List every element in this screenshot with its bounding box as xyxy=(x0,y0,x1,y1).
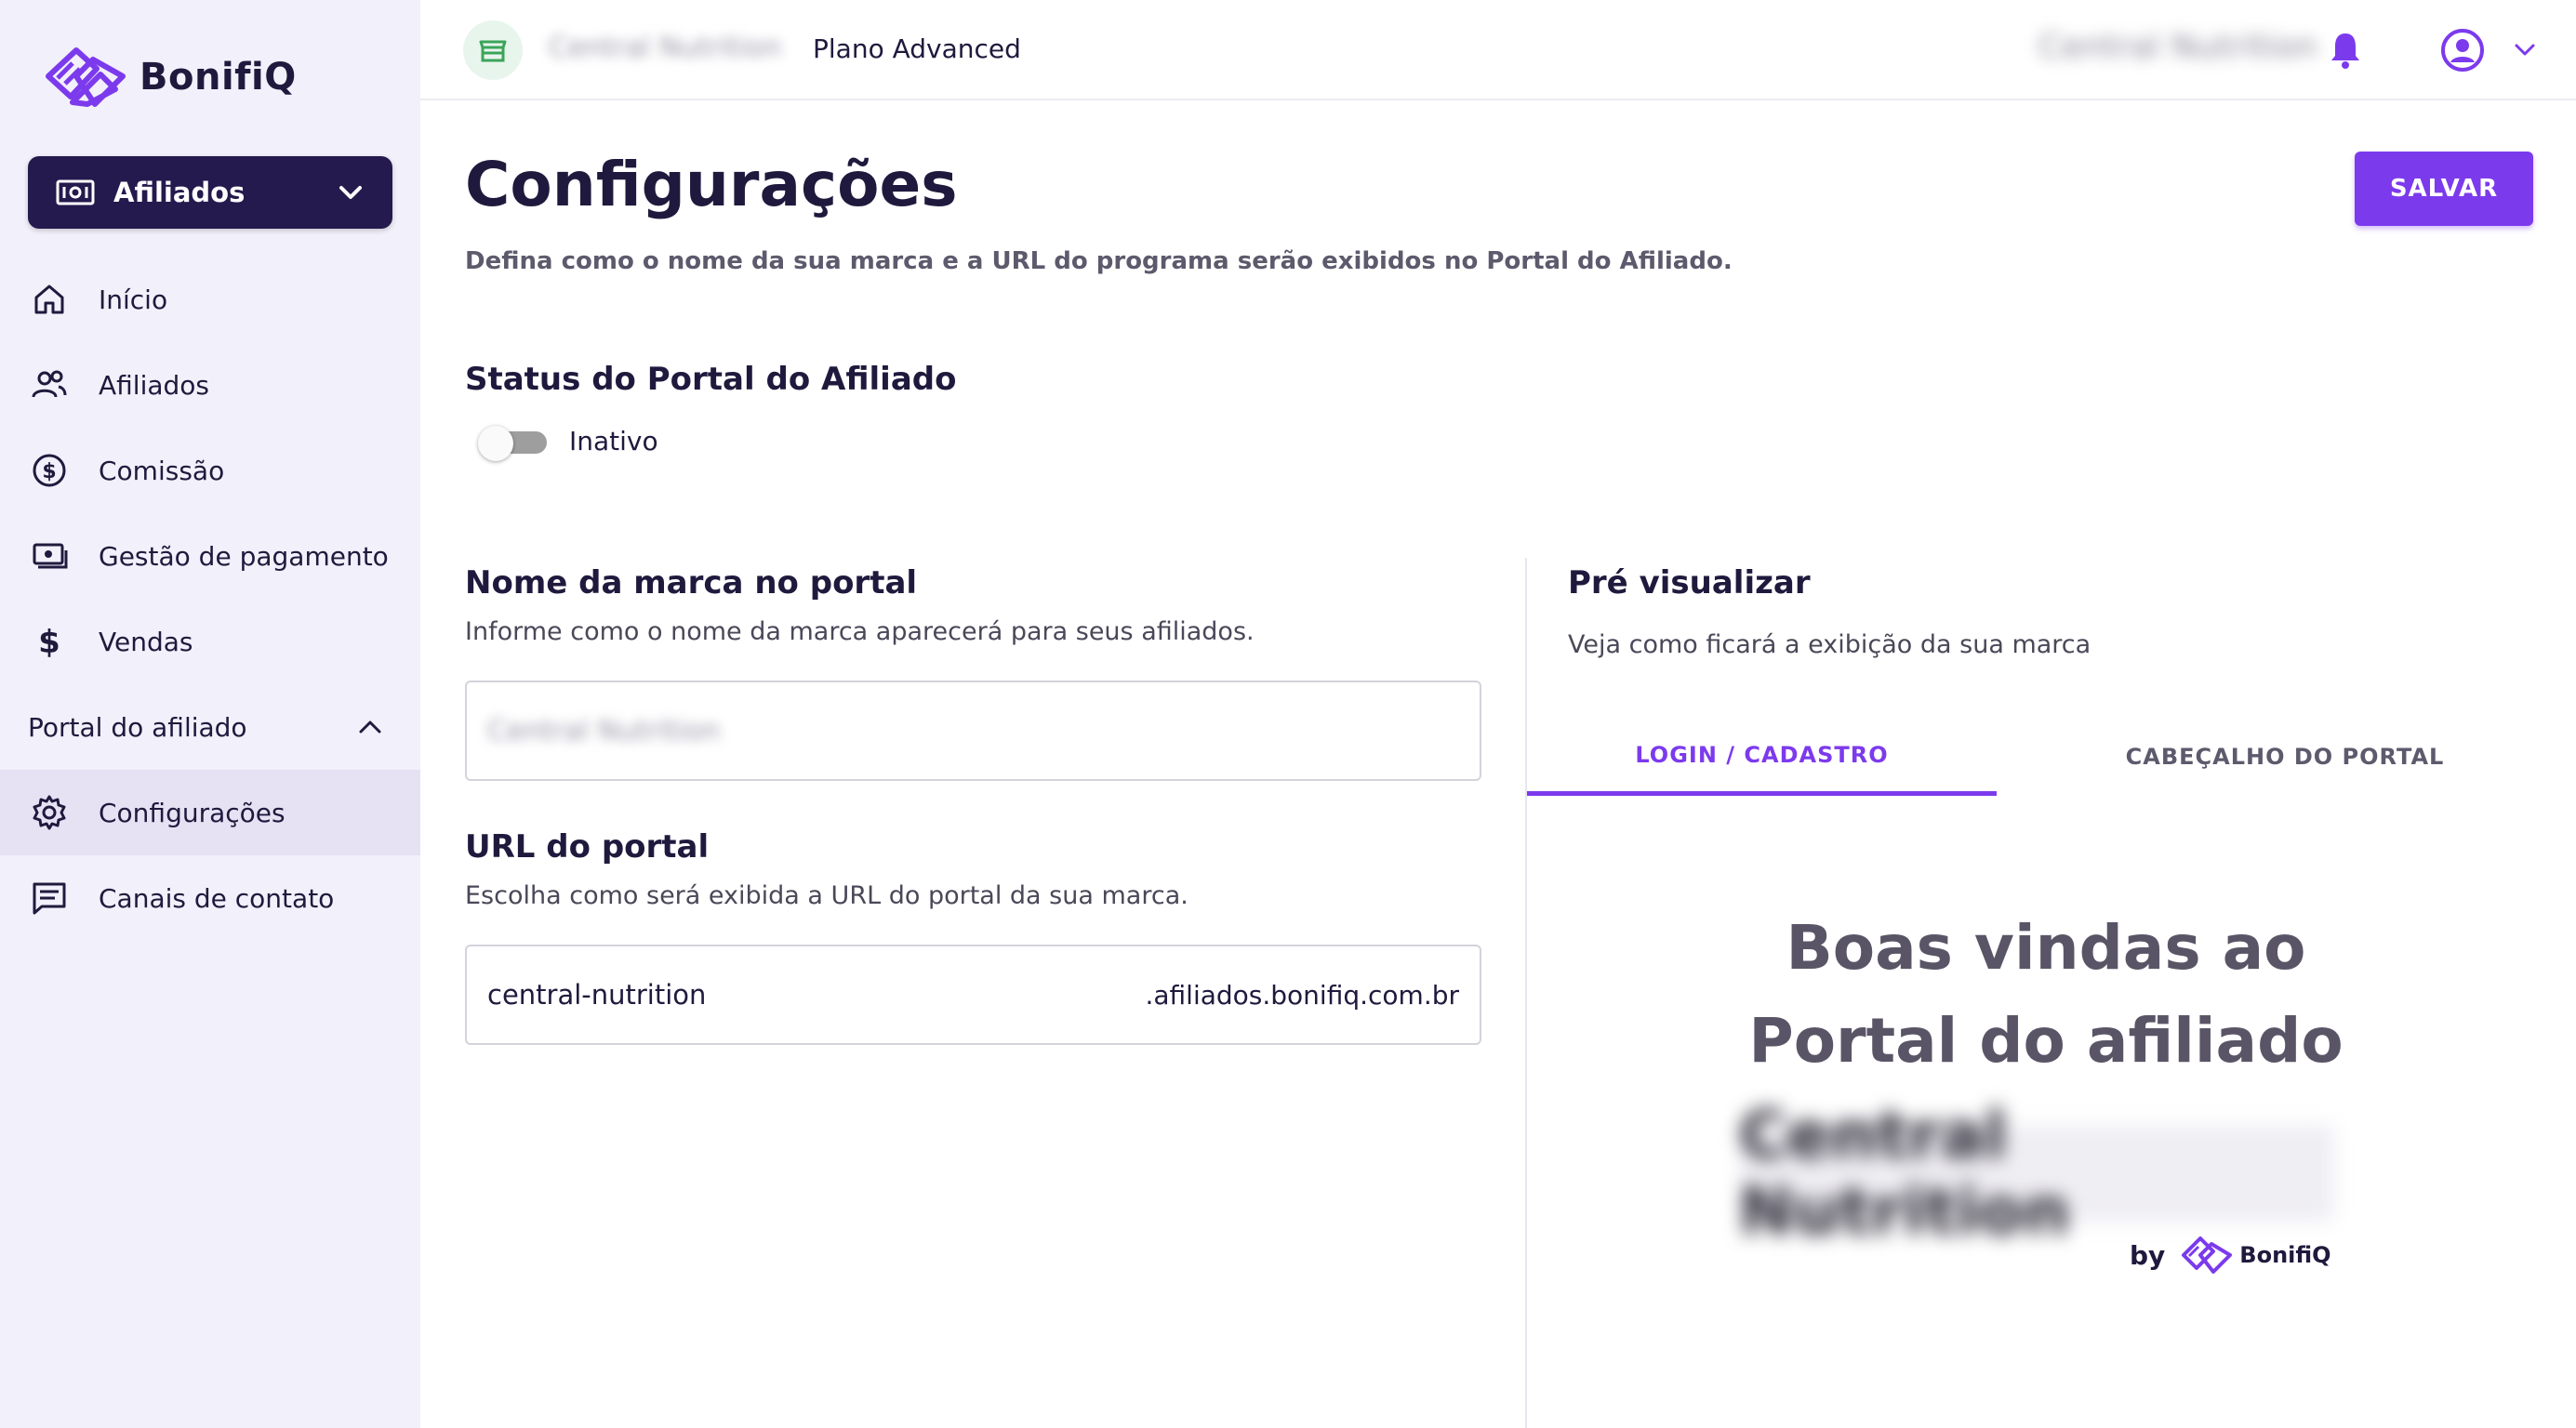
home-icon xyxy=(30,280,69,319)
sidebar-item-inicio[interactable]: Início xyxy=(0,257,420,342)
page-subtitle: Defina como o nome da sua marca e a URL … xyxy=(465,247,1733,275)
by-label: by xyxy=(2130,1239,2166,1271)
sidebar-item-label: Canais de contato xyxy=(99,882,335,914)
brand-name-input[interactable]: Central Nutrition xyxy=(465,681,1481,781)
powered-by: by BonifiQ xyxy=(2130,1233,2331,1277)
users-icon xyxy=(30,365,69,404)
vertical-divider xyxy=(1525,558,1527,1428)
chevron-down-icon[interactable] xyxy=(2513,41,2537,58)
by-brand-name: BonifiQ xyxy=(2239,1242,2331,1268)
toggle-label: Inativo xyxy=(569,426,658,456)
welcome-line-2: Portal do afiliado xyxy=(1748,1005,2344,1077)
save-button[interactable]: SALVAR xyxy=(2355,152,2533,226)
svg-text:$: $ xyxy=(42,460,56,483)
sidebar: BonifiQ Afiliados Início Afiliados $ Com… xyxy=(0,0,420,1428)
sidebar-item-label: Vendas xyxy=(99,626,193,657)
preview-title: Pré visualizar xyxy=(1568,564,1811,602)
portal-url-input[interactable]: central-nutrition .afiliados.bonifiq.com… xyxy=(465,945,1481,1045)
bonifiq-logo-icon xyxy=(46,47,126,107)
page-title: Configurações xyxy=(465,149,958,220)
user-avatar-icon[interactable] xyxy=(2440,28,2485,73)
payment-icon xyxy=(30,536,69,575)
url-section-desc: Escolha como será exibida a URL do porta… xyxy=(465,881,1188,910)
portal-url-value: central-nutrition xyxy=(487,979,707,1011)
portal-url-suffix: .afiliados.bonifiq.com.br xyxy=(1145,979,1459,1011)
chevron-down-icon xyxy=(339,186,362,199)
dollar-icon: $ xyxy=(30,622,69,661)
sidebar-item-afiliados[interactable]: Afiliados xyxy=(0,342,420,428)
program-select-label: Afiliados xyxy=(113,177,246,208)
sidebar-item-label: Configurações xyxy=(99,797,285,828)
store-name: Central Nutrition xyxy=(549,32,782,64)
ticket-icon xyxy=(56,179,95,205)
top-bar: Central Nutrition Plano Advanced Central… xyxy=(420,0,2576,100)
store-icon xyxy=(463,20,523,80)
user-name: Central Nutrition xyxy=(2038,28,2318,66)
sidebar-item-comissao[interactable]: $ Comissão xyxy=(0,428,420,513)
url-section-title: URL do portal xyxy=(465,828,710,866)
tab-login-cadastro[interactable]: LOGIN / CADASTRO xyxy=(1527,718,1997,796)
sidebar-item-label: Início xyxy=(99,284,168,315)
message-icon xyxy=(30,879,69,918)
plan-label: Plano Advanced xyxy=(813,33,1021,64)
brand-name-section-desc: Informe como o nome da marca aparecerá p… xyxy=(465,617,1255,646)
bonifiq-logo-icon xyxy=(2182,1236,2233,1274)
sidebar-item-label: Gestão de pagamento xyxy=(99,540,389,572)
sidebar-item-label: Afiliados xyxy=(99,369,209,401)
brand-name-input-value: Central Nutrition xyxy=(487,714,721,747)
sidebar-item-canais-contato[interactable]: Canais de contato xyxy=(0,855,420,941)
preview-desc: Veja como ficará a exibição da sua marca xyxy=(1568,630,2091,659)
chevron-up-icon xyxy=(359,721,381,734)
program-select[interactable]: Afiliados xyxy=(28,156,392,229)
preview-welcome-heading: Boas vindas ao Portal do afiliado xyxy=(1581,902,2511,1088)
gear-icon xyxy=(30,793,69,832)
brand-name-section-title: Nome da marca no portal xyxy=(465,564,918,602)
svg-text:$: $ xyxy=(38,624,60,660)
sidebar-item-label: Comissão xyxy=(99,455,225,486)
sidebar-item-vendas[interactable]: $ Vendas xyxy=(0,599,420,684)
toggle-knob xyxy=(478,426,513,461)
bell-icon[interactable] xyxy=(2327,30,2364,71)
status-section-title: Status do Portal do Afiliado xyxy=(465,361,957,398)
sidebar-group-label: Portal do afiliado xyxy=(28,711,247,743)
sidebar-item-configuracoes[interactable]: Configurações xyxy=(0,770,420,855)
sidebar-group-portal-afiliado[interactable]: Portal do afiliado xyxy=(0,684,420,770)
sidebar-item-gestao-pagamento[interactable]: Gestão de pagamento xyxy=(0,513,420,599)
preview-brand-name: Central Nutrition xyxy=(1739,1097,2334,1250)
portal-status-toggle[interactable] xyxy=(478,426,549,461)
brand-logo[interactable]: BonifiQ xyxy=(39,39,297,115)
dollar-circle-icon: $ xyxy=(30,451,69,490)
preview-brand-text: Central Nutrition xyxy=(1739,1097,2070,1250)
sidebar-nav: Início Afiliados $ Comissão Gestão de pa… xyxy=(0,257,420,941)
welcome-line-1: Boas vindas ao xyxy=(1786,912,2306,984)
brand-name: BonifiQ xyxy=(139,56,297,99)
tab-cabecalho-portal[interactable]: CABEÇALHO DO PORTAL xyxy=(1997,718,2573,796)
